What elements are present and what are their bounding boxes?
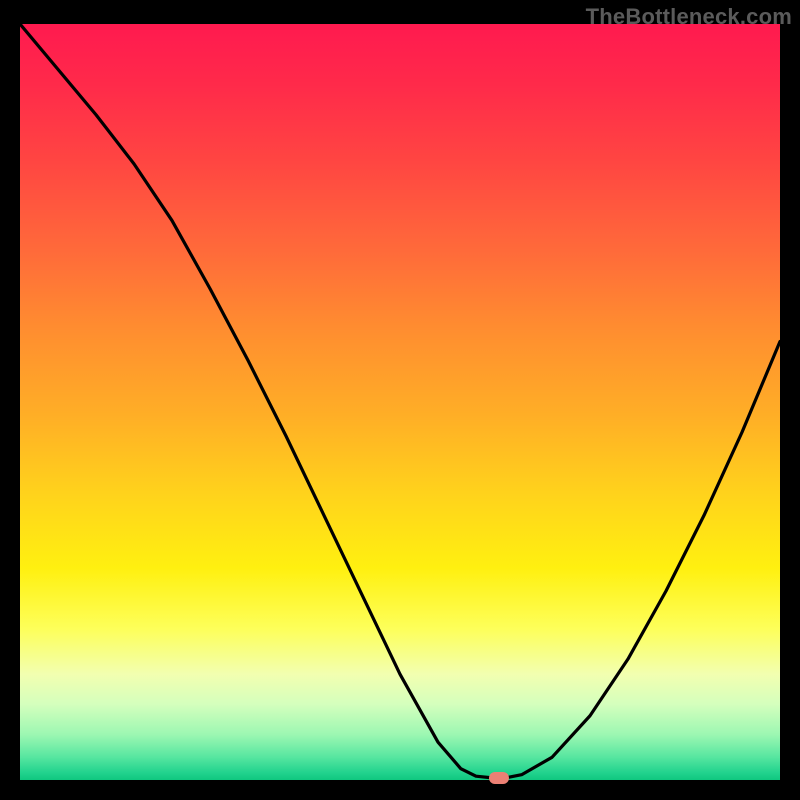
plot-wrap [20,24,780,780]
optimal-marker [489,772,509,784]
chart-frame: TheBottleneck.com [0,0,800,800]
chart-svg [20,24,780,780]
bottleneck-curve [20,24,780,778]
watermark-label: TheBottleneck.com [586,4,792,30]
